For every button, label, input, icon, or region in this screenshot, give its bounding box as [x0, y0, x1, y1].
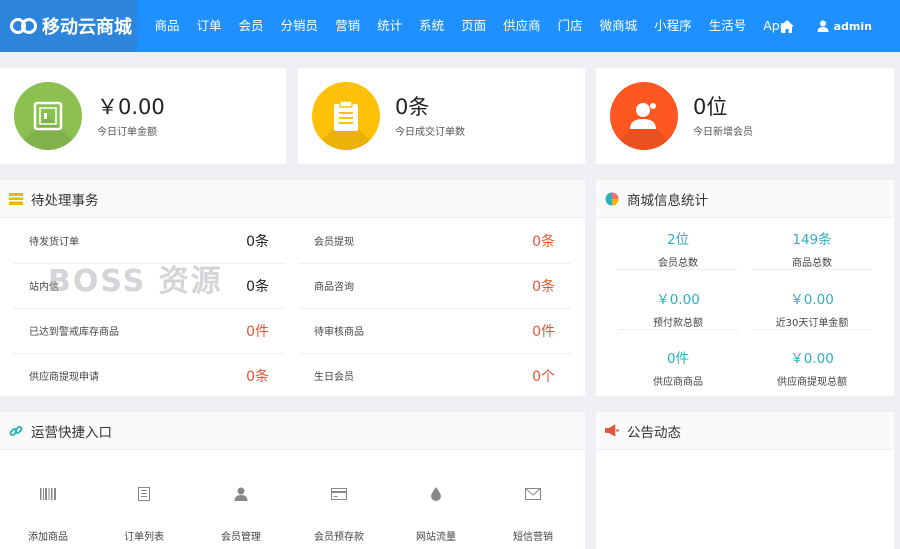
barcode-icon [8, 484, 88, 504]
user-menu[interactable]: admin [817, 20, 872, 33]
task-item[interactable]: 商品咨询 0条 [314, 263, 555, 308]
nav-right: admin [777, 0, 900, 52]
panel-title: 待处理事务 [31, 192, 99, 209]
nav-item-statistics[interactable]: 统计 [369, 0, 411, 52]
stat-card-order-amount: ￥0.00 今日订单金额 [0, 68, 286, 164]
panel-title: 商城信息统计 [627, 192, 708, 209]
nav-item-goods[interactable]: 商品 [146, 0, 188, 52]
top-navigation-bar: 移动云商城 商品 订单 会员 分销员 营销 统计 系统 页面 供应商 门店 微商… [0, 0, 900, 52]
nav-item-micro-mall[interactable]: 微商城 [591, 0, 646, 52]
logo-text: 移动云商城 [42, 17, 132, 38]
panel-header: 公告动态 [596, 412, 894, 450]
nav-item-orders[interactable]: 订单 [188, 0, 230, 52]
nav-item-mini-program[interactable]: 小程序 [646, 0, 701, 52]
quick-link-site-traffic[interactable]: 网站流量 [396, 484, 476, 543]
stat-circle [312, 82, 380, 150]
nav-item-distributors[interactable]: 分销员 [272, 0, 327, 52]
link-icon [9, 424, 23, 438]
quick-link-add-goods[interactable]: 添加商品 [8, 484, 88, 543]
quick-link-member-management[interactable]: 会员管理 [201, 484, 281, 543]
announcement-panel: 公告动态 [596, 412, 894, 549]
shop-stat-item: 2位 会员总数 [658, 232, 698, 269]
shop-stat-item: 0件 供应商商品 [653, 351, 703, 388]
nav-item-system[interactable]: 系统 [411, 0, 453, 52]
stat-label: 今日订单金额 [97, 127, 157, 138]
shop-stat-item: ￥0.00 供应商提现总额 [777, 351, 847, 388]
stat-label: 今日成交订单数 [395, 127, 465, 138]
logo-icon [10, 17, 38, 35]
safe-icon [33, 101, 63, 131]
panel-header: 商城信息统计 [596, 180, 894, 218]
task-item[interactable]: 供应商提现申请 0条 [29, 353, 269, 398]
nav-item-suppliers[interactable]: 供应商 [495, 0, 550, 52]
task-item[interactable]: 会员提现 0条 [314, 218, 555, 263]
nav-item-stores[interactable]: 门店 [549, 0, 591, 52]
nav-item-life-account[interactable]: 生活号 [700, 0, 755, 52]
list-icon [104, 484, 184, 504]
nav-item-marketing[interactable]: 营销 [327, 0, 369, 52]
stat-label: 今日新增会员 [693, 127, 753, 138]
panel-title: 运营快捷入口 [31, 424, 112, 441]
add-user-icon [630, 103, 656, 129]
nav-item-pages[interactable]: 页面 [453, 0, 495, 52]
logo[interactable]: 移动云商城 [0, 0, 137, 52]
panel-header: 运营快捷入口 [0, 412, 585, 450]
task-item[interactable]: 生日会员 0个 [314, 353, 555, 398]
megaphone-icon [605, 424, 619, 438]
panel-header: 待处理事务 [0, 180, 585, 218]
task-item[interactable]: 待审核商品 0件 [314, 308, 555, 353]
shop-stat-item: ￥0.00 预付款总额 [653, 292, 703, 329]
stat-circle [610, 82, 678, 150]
envelope-icon [493, 484, 573, 504]
user-icon [817, 20, 829, 32]
watermark: BOSS 资源 [48, 264, 223, 299]
quick-link-order-list[interactable]: 订单列表 [104, 484, 184, 543]
shop-stat-item: ￥0.00 近30天订单金额 [775, 292, 849, 329]
shop-stat-item: 149条 商品总数 [792, 232, 832, 269]
shop-stats-panel: 商城信息统计 2位 会员总数 149条 商品总数 ￥0.00 预付款总额 ￥0.… [596, 180, 894, 396]
username: admin [833, 19, 872, 33]
quick-entry-panel: 运营快捷入口 添加商品 订单列表 会员管理 会员预存款 网站流量 短信营销 [0, 412, 585, 549]
clipboard-icon [334, 100, 358, 131]
stat-card-new-members: 0位 今日新增会员 [596, 68, 894, 164]
task-item[interactable]: 已达到警戒库存商品 0件 [29, 308, 269, 353]
home-icon[interactable] [777, 16, 797, 36]
notebook-icon [9, 192, 23, 206]
panel-title: 公告动态 [627, 424, 681, 441]
quick-link-member-deposit[interactable]: 会员预存款 [299, 484, 379, 543]
main-nav: 商品 订单 会员 分销员 营销 统计 系统 页面 供应商 门店 微商城 小程序 … [146, 0, 796, 52]
stat-value: 0位 [693, 95, 728, 119]
stat-circle [14, 82, 82, 150]
stat-card-order-count: 0条 今日成交订单数 [298, 68, 585, 164]
card-icon [299, 484, 379, 504]
stat-value: 0条 [395, 95, 430, 119]
drop-icon [396, 484, 476, 504]
quick-link-sms-marketing[interactable]: 短信营销 [493, 484, 573, 543]
nav-item-members[interactable]: 会员 [230, 0, 272, 52]
user-icon [201, 484, 281, 504]
pie-chart-icon [605, 192, 619, 206]
stat-value: ￥0.00 [97, 95, 165, 119]
